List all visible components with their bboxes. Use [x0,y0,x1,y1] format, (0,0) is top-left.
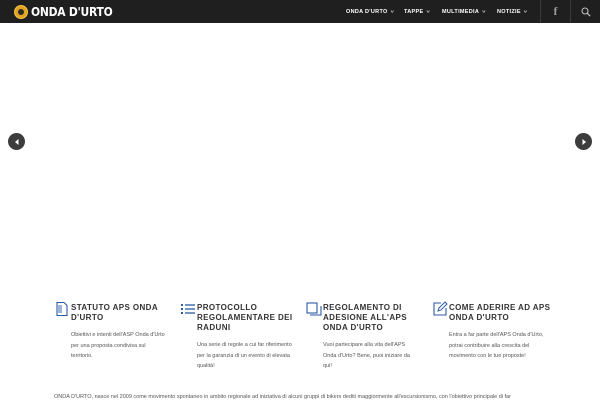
intro-paragraph: ONDA D'URTO, nasce nel 2009 come movimen… [54,394,511,400]
feature-title[interactable]: COME ADERIRE AD APS ONDA D'URTO [449,303,557,323]
menu-item-tappe[interactable]: TAPPE v [404,9,430,15]
chevron-left-icon [14,138,18,145]
feature-text: Una serie di regole a cui far riferiment… [197,342,292,370]
chevron-down-icon: v [426,9,431,14]
facebook-button[interactable]: f [541,0,570,23]
menu-item-label: TAPPE [404,8,424,15]
logo-emblem-icon [14,4,28,19]
slider-prev-button[interactable] [8,133,25,150]
hero-slider [0,23,600,285]
feature-text: Obiettivi e intenti dell'ASP Onda d'Urto… [71,332,165,360]
feature-title[interactable]: REGOLAMENTO DI ADESIONE ALL'APS ONDA D'U… [323,303,431,333]
feature-text: Vuoi partecipare alla vita dell'APS Onda… [323,342,410,370]
logo-text: ONDA D'URTO [31,4,113,19]
chevron-down-icon: v [390,9,395,14]
feature-title[interactable]: STATUTO APS ONDA D'URTO [71,303,179,323]
copy-icon[interactable] [306,301,322,317]
search-button[interactable] [571,0,600,23]
slider-next-button[interactable] [575,133,592,150]
feature-title[interactable]: PROTOCOLLO REGOLAMENTARE DEI RADUNI [197,303,305,333]
feature-text: Entra a far parte dell'APS Onda d'Urto, … [449,332,544,360]
menu-item-label: NOTIZIE [497,8,521,15]
top-navbar: ONDA D'URTO ONDA D'URTO v TAPPE v MULTIM… [0,0,600,23]
menu-item-label: ONDA D'URTO [346,8,388,15]
facebook-icon: f [553,4,558,18]
edit-icon[interactable] [432,301,448,317]
chevron-down-icon: v [523,9,528,14]
chevron-right-icon [582,138,586,145]
search-icon [580,6,591,17]
document-icon[interactable] [54,301,70,317]
list-icon[interactable] [180,301,196,317]
site-logo[interactable]: ONDA D'URTO [14,0,126,23]
menu-item-notizie[interactable]: NOTIZIE v [497,9,527,15]
menu-item-label: MULTIMEDIA [442,8,480,15]
chevron-down-icon: v [482,9,486,14]
menu-item-multimedia[interactable]: MULTIMEDIA v [442,9,486,15]
menu-item-onda-durto[interactable]: ONDA D'URTO v [346,9,394,15]
